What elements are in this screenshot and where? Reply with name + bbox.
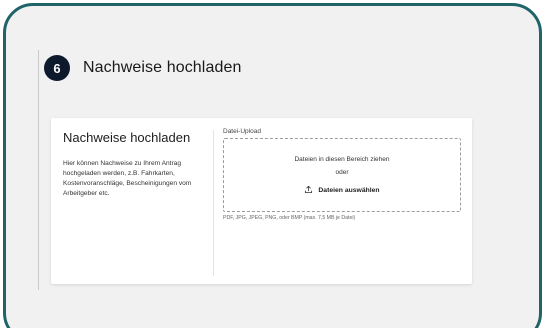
- step-header: 6 Nachweise hochladen: [44, 55, 241, 81]
- upload-card: Nachweise hochladen Hier können Nachweis…: [51, 118, 472, 284]
- dropzone-text: Dateien in diesen Bereich ziehen: [294, 156, 390, 163]
- card-title: Nachweise hochladen: [63, 130, 191, 145]
- upload-label: Datei-Upload: [223, 128, 261, 135]
- step-number-badge: 6: [44, 55, 70, 81]
- card-description: Hier können Nachweise zu Ihrem Antrag ho…: [63, 160, 192, 197]
- dropzone-or: oder: [335, 169, 349, 176]
- step-title: Nachweise hochladen: [83, 59, 242, 76]
- upload-icon: [304, 185, 313, 196]
- select-files-label: Dateien auswählen: [318, 187, 380, 194]
- card-divider: [213, 130, 214, 276]
- card-info: Nachweise hochladen Hier können Nachweis…: [63, 130, 207, 199]
- screenshot-frame: 6 Nachweise hochladen Nachweise hochlade…: [3, 3, 542, 328]
- upload-hint: PDF, JPG, JPEG, PNG, oder BMP (max. 7,5 …: [223, 215, 356, 221]
- file-dropzone[interactable]: Dateien in diesen Bereich ziehen oder Da…: [223, 138, 461, 212]
- select-files-button[interactable]: Dateien auswählen: [304, 185, 380, 196]
- section-accent-line: [38, 50, 39, 290]
